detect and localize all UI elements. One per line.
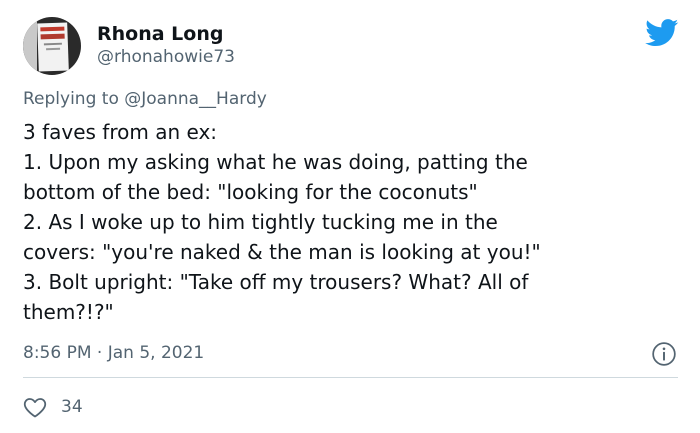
tweet-card: Rhona Long @rhonahowie73 Replying to @Jo… — [0, 0, 700, 433]
divider — [23, 377, 678, 378]
tweet-line: them?!?" — [23, 300, 114, 324]
reply-mention-link[interactable]: @Joanna__Hardy — [124, 89, 267, 109]
tweet-line: 1. Upon my asking what he was doing, pat… — [23, 150, 528, 174]
tweet-timestamp[interactable]: 8:56 PM · Jan 5, 2021 — [23, 342, 204, 364]
reply-context: Replying to @Joanna__Hardy — [23, 88, 267, 110]
tweet-line: 3. Bolt upright: "Take off my trousers? … — [23, 270, 529, 294]
tweet-line: 3 faves from an ex: — [23, 120, 218, 144]
tweet-line: bottom of the bed: "looking for the coco… — [23, 180, 478, 204]
twitter-bird-icon[interactable] — [645, 19, 679, 47]
avatar-background — [23, 17, 37, 75]
like-count: 34 — [61, 397, 83, 417]
avatar[interactable] — [23, 17, 81, 75]
heart-icon[interactable] — [23, 396, 47, 418]
author-handle[interactable]: @rhonahowie73 — [97, 47, 235, 67]
tweet-line: 2. As I woke up to him tightly tucking m… — [23, 210, 498, 234]
author-name[interactable]: Rhona Long — [97, 23, 223, 45]
avatar-sign-image — [37, 22, 69, 72]
info-icon[interactable] — [651, 341, 677, 367]
tweet-text: 3 faves from an ex: 1. Upon my asking wh… — [23, 117, 683, 327]
reply-prefix: Replying to — [23, 89, 119, 109]
tweet-line: covers: "you're naked & the man is looki… — [23, 240, 541, 264]
